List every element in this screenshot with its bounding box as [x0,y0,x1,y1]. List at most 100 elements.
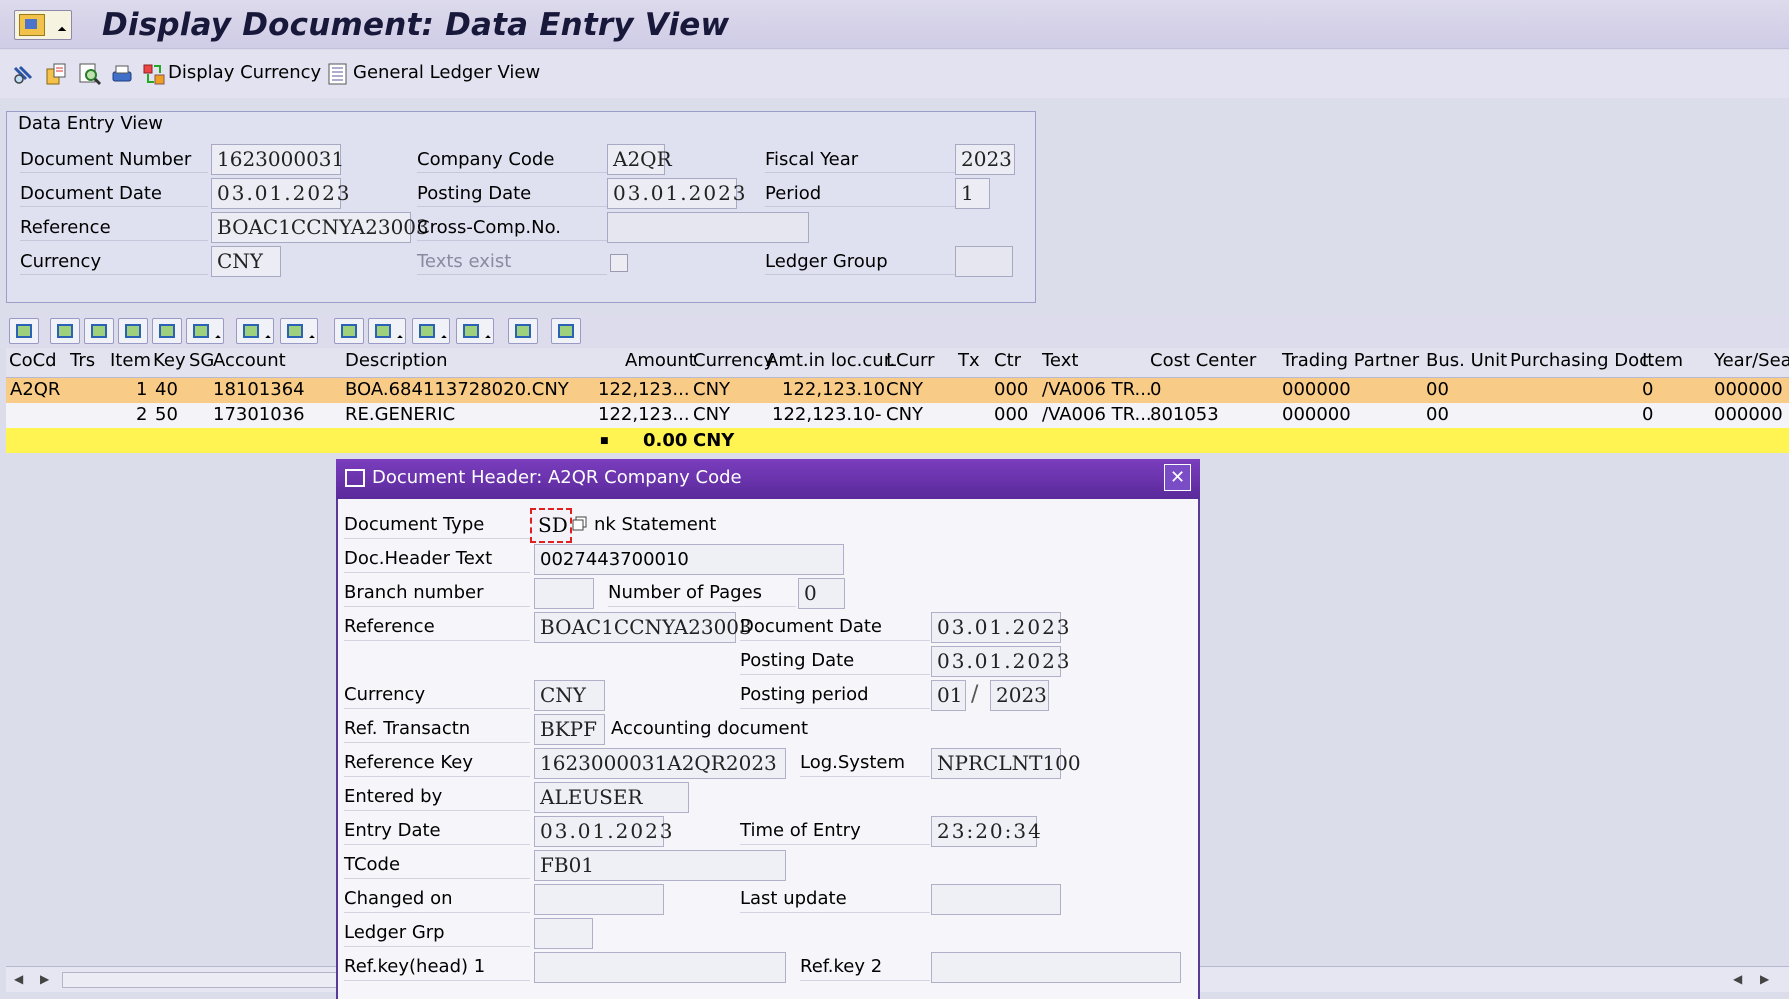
currency-field[interactable]: CNY [211,246,281,277]
print-icon[interactable] [110,62,134,86]
cell-item[interactable]: 2 [136,403,147,427]
period-field[interactable]: 1 [955,178,990,209]
col-cocd[interactable]: CoCd [9,350,57,371]
general-ledger-view-button[interactable]: General Ledger View [353,62,540,83]
last-update-field[interactable] [931,884,1061,915]
layout-button[interactable] [456,318,494,344]
ledger-icon[interactable] [326,62,350,86]
col-item2[interactable]: Item [1642,350,1683,371]
print-preview-button[interactable] [334,318,364,344]
col-text[interactable]: Text [1042,350,1078,371]
cell-text[interactable]: /VA006 TR... [1042,378,1152,402]
cell-amt-loc[interactable]: 122,123.10 [782,378,885,402]
col-purchasing-doc[interactable]: Purchasing Doc. [1510,350,1655,371]
cell-cost-center[interactable]: 0 [1150,378,1161,402]
scroll-right-icon[interactable]: ▶ [40,972,49,986]
cell-ctr[interactable]: 000 [994,378,1028,402]
col-trading-partner[interactable]: Trading Partner [1282,350,1419,371]
copy-icon[interactable] [44,62,68,86]
ref-trans-field[interactable]: BKPF [534,714,605,745]
cell-text[interactable]: /VA006 TR... [1042,403,1152,427]
find-button[interactable] [118,318,148,344]
col-lcurr[interactable]: LCurr [886,350,935,371]
scroll-left-icon[interactable]: ◀ [14,972,23,986]
cell-amount[interactable]: 122,123... [598,403,690,427]
subtotal-button[interactable] [280,318,318,344]
sort-descending-button[interactable] [84,318,114,344]
cell-bus-unit[interactable]: 00 [1426,378,1449,402]
col-description[interactable]: Description [345,350,448,371]
glasses-icon[interactable] [12,62,36,86]
scroll-thumb[interactable] [62,972,338,988]
cell-currency[interactable]: CNY [693,403,730,427]
cell-item2[interactable]: 0 [1642,378,1653,402]
doc-date-field[interactable]: 03.01.2023 [211,178,350,209]
entry-date-field[interactable]: 03.01.2023 [534,816,673,847]
dlg-posting-date-field[interactable]: 03.01.2023 [931,646,1070,677]
scroll-right-end-icon[interactable]: ▶ [1760,972,1769,986]
col-item[interactable]: Item [110,350,151,371]
posting-date-field[interactable]: 03.01.2023 [607,178,746,209]
cell-cocd[interactable]: A2QR [10,378,60,402]
cell-year[interactable]: 000000 [1714,403,1783,427]
header-text-field[interactable]: 0027443700010 [534,544,844,575]
cell-description[interactable]: BOA.684113728020.CNY [345,378,569,402]
col-cost-center[interactable]: Cost Center [1150,350,1256,371]
cell-ctr[interactable]: 000 [994,403,1028,427]
info-button[interactable] [551,318,581,344]
cell-lcurr[interactable]: CNY [886,378,923,402]
ledger-grp-field[interactable] [534,918,593,949]
refkey2-field[interactable] [931,952,1181,983]
filter-button[interactable] [186,318,224,344]
export-button[interactable] [412,318,450,344]
sort-ascending-button[interactable] [50,318,80,344]
ledger-group-field[interactable] [955,246,1013,277]
texts-exist-checkbox[interactable] [610,254,628,272]
details-button[interactable] [9,318,39,344]
changed-on-field[interactable] [534,884,664,915]
copy-icon[interactable] [572,516,588,532]
col-ctr[interactable]: Ctr [994,350,1021,371]
doc-number-field[interactable]: 1623000031 [211,144,344,175]
cell-amount[interactable]: 122,123... [598,378,690,402]
col-tx[interactable]: Tx [958,350,980,371]
find-next-button[interactable] [152,318,182,344]
dlg-doc-date-field[interactable]: 03.01.2023 [931,612,1070,643]
cell-amt-loc[interactable]: 122,123.10- [772,403,882,427]
cell-bus-unit[interactable]: 00 [1426,403,1449,427]
cell-account[interactable]: 17301036 [213,403,305,427]
col-currency[interactable]: Currency [693,350,774,371]
col-sg[interactable]: SG [189,350,214,371]
app-menu-button[interactable] [14,10,72,40]
fiscal-year-field[interactable]: 2023 [955,144,1015,175]
company-code-field[interactable]: A2QR [607,144,672,175]
cell-description[interactable]: RE.GENERIC [345,403,455,427]
col-bus-unit[interactable]: Bus. Unit [1426,350,1507,371]
col-key[interactable]: Key [153,350,186,371]
currency-icon[interactable] [142,62,166,86]
col-account[interactable]: Account [213,350,286,371]
dlg-reference-field[interactable]: BOAC1CCNYA23003 [534,612,752,643]
cell-item[interactable]: 1 [136,378,147,402]
col-year[interactable]: Year/Sea [1714,350,1789,371]
overview-icon[interactable] [78,62,102,86]
posting-period-year-field[interactable]: 2023 [990,680,1049,711]
pages-field[interactable]: 0 [798,578,845,609]
refkey-head1-field[interactable] [534,952,786,983]
time-of-entry-field[interactable]: 23:20:34 [931,816,1041,847]
doc-type-field[interactable]: SD [530,508,572,543]
cell-trading-partner[interactable]: 000000 [1282,403,1351,427]
cell-lcurr[interactable]: CNY [886,403,923,427]
cell-key[interactable]: 40 [155,378,178,402]
col-amount[interactable]: Amount [625,350,696,371]
cell-key[interactable]: 50 [155,403,178,427]
cross-comp-field[interactable] [607,212,809,243]
cell-trading-partner[interactable]: 000000 [1282,378,1351,402]
col-trs[interactable]: Trs [70,350,95,371]
display-currency-button[interactable]: Display Currency [168,62,321,83]
cell-item2[interactable]: 0 [1642,403,1653,427]
cell-currency[interactable]: CNY [693,378,730,402]
cell-account[interactable]: 18101364 [213,378,305,402]
reference-field[interactable]: BOAC1CCNYA23003 [211,212,429,243]
cell-year[interactable]: 000000 [1714,378,1783,402]
